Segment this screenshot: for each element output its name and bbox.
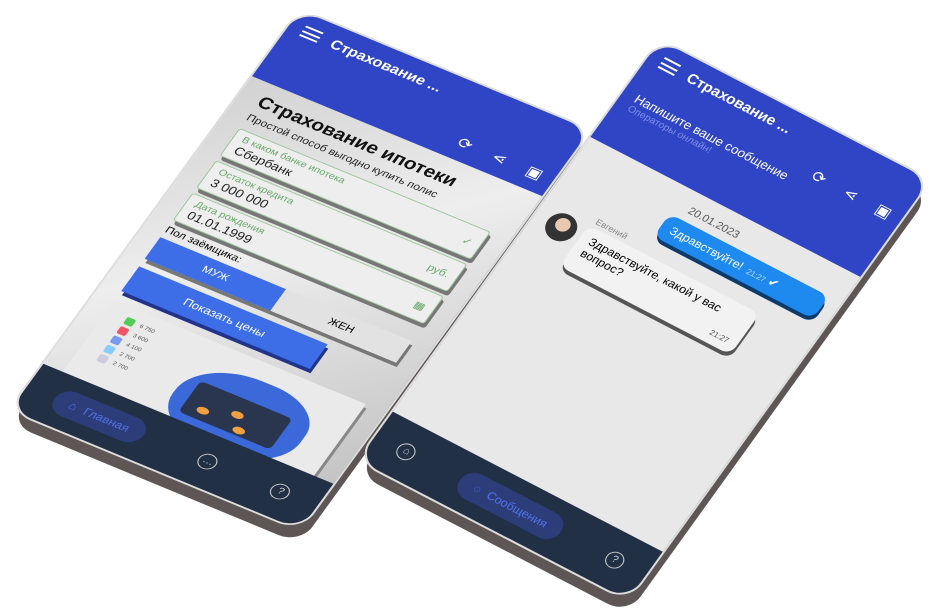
chat-icon[interactable]: … bbox=[194, 451, 222, 473]
menu-icon[interactable] bbox=[299, 25, 324, 43]
help-icon[interactable]: ? bbox=[601, 548, 628, 572]
home-icon[interactable]: ⌂ bbox=[392, 440, 420, 464]
menu-icon[interactable] bbox=[657, 57, 682, 76]
qr-code-icon[interactable]: ▣ bbox=[521, 162, 547, 183]
nav-home-label: Главная bbox=[80, 405, 133, 435]
share-icon[interactable]: ⋖ bbox=[487, 148, 511, 169]
help-icon[interactable]: ? bbox=[266, 481, 295, 503]
message-time: 21:27 bbox=[744, 267, 768, 284]
refresh-icon[interactable]: ⟳ bbox=[453, 134, 477, 155]
nav-messages-label: Сообщения bbox=[483, 488, 551, 531]
app-title: Страхование ... bbox=[326, 36, 446, 96]
chat-icon: ◌ bbox=[470, 481, 485, 497]
check-icon: ✔ bbox=[764, 274, 782, 292]
home-icon: ⌂ bbox=[65, 399, 81, 413]
